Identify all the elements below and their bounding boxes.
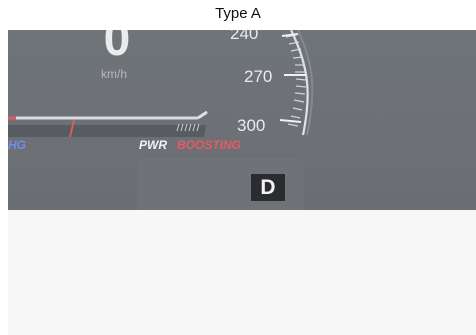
image-caption: Type A	[215, 5, 261, 22]
speed-tick-label: 240	[230, 30, 259, 43]
speed-tick-label: 270	[244, 67, 273, 86]
lower-blank-area	[8, 210, 476, 335]
speed-tick-label: 300	[237, 116, 266, 135]
speed-readout: 0	[103, 30, 131, 66]
power-label: PWR	[139, 138, 167, 152]
instrument-cluster: 0 km/h 240 270 300 HG PWR BOOSTING D	[8, 30, 476, 210]
speed-unit-label: km/h	[100, 67, 127, 81]
hg-indicator: HG	[8, 138, 26, 152]
gear-indicator: D	[251, 174, 285, 201]
power-status: BOOSTING	[177, 138, 242, 152]
